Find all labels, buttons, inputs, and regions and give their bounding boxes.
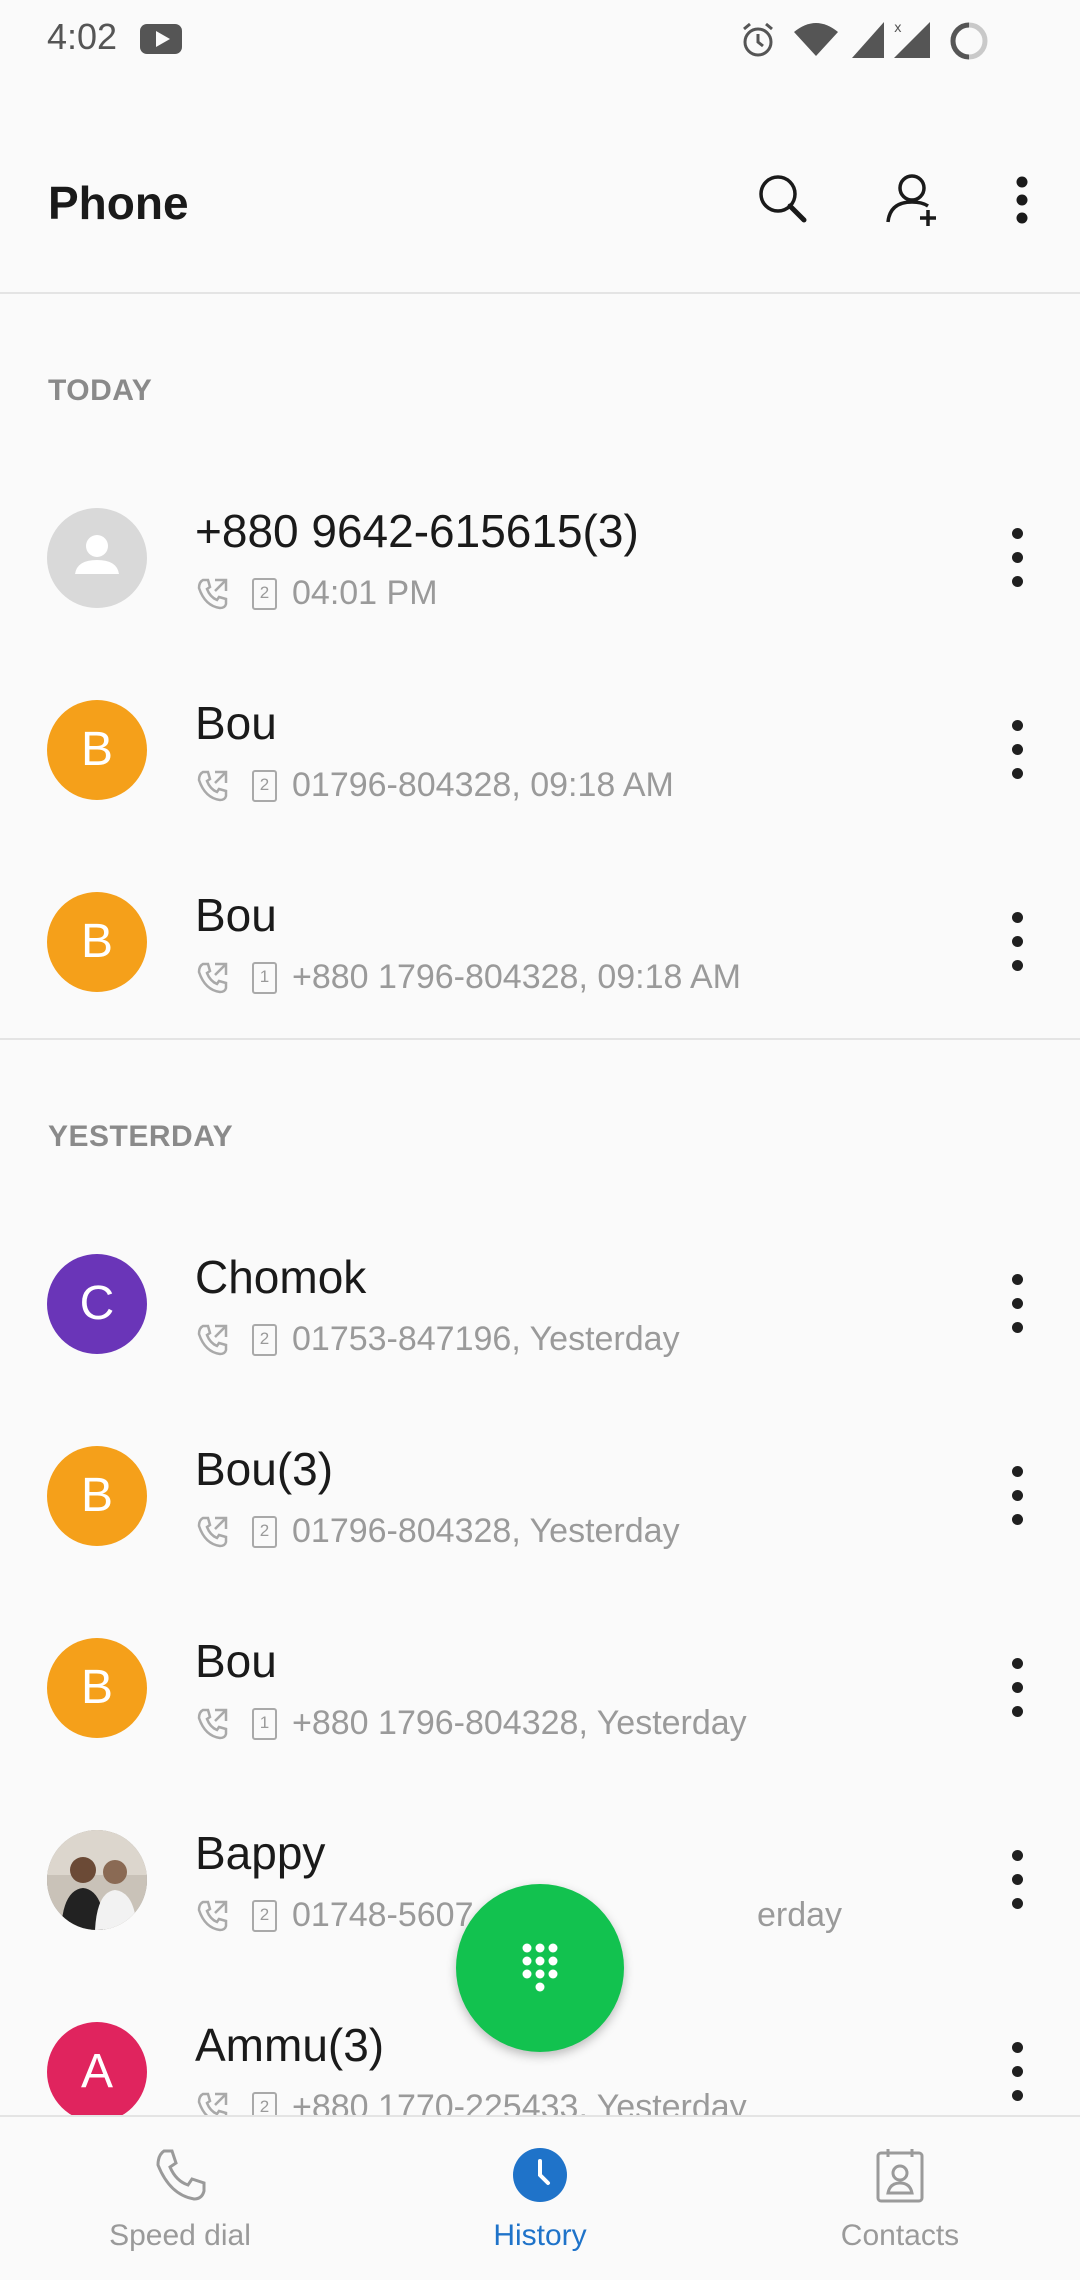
outgoing-call-icon (195, 576, 231, 617)
call-log-row[interactable]: B Bou(3) 2 01796-804328, Yesterday (0, 1400, 1080, 1592)
app-bar: Phone (0, 80, 1080, 294)
svg-text:x: x (894, 21, 902, 36)
dialpad-icon (522, 1943, 558, 1992)
call-detail-text: 01796-804328, 09:18 AM (292, 766, 674, 804)
call-detail-text: 04:01 PM (292, 574, 438, 612)
row-more-options-icon[interactable] (1000, 518, 1036, 598)
sim-icon: 2 (252, 770, 277, 802)
call-detail-text: +880 1796-804328, 09:18 AM (292, 958, 741, 996)
contact-card-icon (876, 2149, 924, 2203)
wifi-icon (792, 20, 840, 65)
call-detail-text: 01753-847196, Yesterday (292, 1320, 680, 1358)
nav-speed-dial[interactable]: Speed dial (0, 2117, 360, 2280)
contact-name: Bou(3) (195, 1443, 334, 1495)
call-log-row[interactable]: B Bou 1 +880 1796-804328, 09:18 AM (0, 846, 1080, 1038)
avatar[interactable]: B (47, 700, 147, 800)
row-more-options-icon[interactable] (1000, 2032, 1036, 2112)
row-more-options-icon[interactable] (1000, 710, 1036, 790)
call-detail-text: +880 1796-804328, Yesterday (292, 1704, 747, 1742)
sim-icon: 2 (252, 1516, 277, 1548)
nav-label-contacts: Contacts (840, 2219, 960, 2252)
battery-icon (948, 20, 990, 67)
page-title: Phone (48, 177, 189, 229)
sim-icon: 2 (252, 1324, 277, 1356)
contact-name: Bou (195, 889, 277, 941)
clock-icon (513, 2148, 567, 2202)
bottom-navigation: Speed dial History Contacts (0, 2115, 1080, 2280)
row-more-options-icon[interactable] (1000, 1648, 1036, 1728)
status-icons: x (738, 20, 1038, 60)
contact-name: +880 9642-615615(3) (195, 505, 639, 557)
row-more-options-icon[interactable] (1000, 1264, 1036, 1344)
avatar[interactable]: B (47, 892, 147, 992)
contact-name: Bou (195, 697, 277, 749)
call-log-row[interactable]: B Bou 2 01796-804328, 09:18 AM (0, 654, 1080, 846)
avatar[interactable]: C (47, 1254, 147, 1354)
signal-icon (850, 20, 886, 65)
nav-label-history: History (493, 2219, 587, 2252)
row-more-options-icon[interactable] (1000, 1456, 1036, 1536)
signal-no-data-icon: x (892, 20, 932, 65)
sim-icon: 2 (252, 578, 277, 610)
call-detail-text: 01796-804328, Yesterday (292, 1512, 680, 1550)
avatar-photo[interactable] (47, 1830, 147, 1930)
search-button[interactable] (744, 160, 824, 240)
alarm-icon (738, 20, 778, 65)
nav-contacts[interactable]: Contacts (720, 2117, 1080, 2280)
outgoing-call-icon (195, 1898, 231, 1939)
search-icon (759, 175, 807, 223)
sim-icon: 2 (252, 1900, 277, 1932)
outgoing-call-icon (195, 1706, 231, 1747)
outgoing-call-icon (195, 768, 231, 809)
status-time: 4:02 (47, 16, 118, 57)
call-detail-text: 01748-5607 (292, 1896, 474, 1934)
call-detail-text-tail: erday (757, 1896, 843, 1934)
outgoing-call-icon (195, 1514, 231, 1555)
row-more-options-icon[interactable] (1000, 902, 1036, 982)
call-log-row[interactable]: +880 9642-615615(3) 2 04:01 PM (0, 462, 1080, 654)
section-header-yesterday: YESTERDAY (48, 1120, 234, 1153)
phone-icon (156, 2149, 206, 2201)
status-bar: 4:02 x (0, 0, 1080, 80)
call-log-row[interactable]: B Bou 1 +880 1796-804328, Yesterday (0, 1592, 1080, 1784)
dialpad-button[interactable] (456, 1884, 624, 2052)
nav-history[interactable]: History (360, 2117, 720, 2280)
add-contact-button[interactable] (872, 160, 952, 240)
section-divider (0, 1038, 1080, 1040)
add-contact-icon (886, 174, 936, 226)
contact-name: Bou (195, 1635, 277, 1687)
avatar[interactable]: B (47, 1638, 147, 1738)
more-options-icon (1016, 176, 1028, 224)
contact-name: Chomok (195, 1251, 367, 1303)
nav-label-speed-dial: Speed dial (109, 2219, 251, 2252)
outgoing-call-icon (195, 960, 231, 1001)
call-log-row[interactable]: C Chomok 2 01753-847196, Yesterday (0, 1208, 1080, 1400)
contact-name: Ammu(3) (195, 2019, 385, 2071)
section-header-today: TODAY (48, 374, 153, 407)
youtube-icon (140, 24, 182, 54)
more-options-button[interactable] (982, 160, 1062, 240)
contact-name: Bappy (195, 1827, 326, 1879)
avatar[interactable]: B (47, 1446, 147, 1546)
outgoing-call-icon (195, 1322, 231, 1363)
avatar[interactable]: A (47, 2022, 147, 2122)
sim-icon: 1 (252, 1708, 277, 1740)
sim-icon: 1 (252, 962, 277, 994)
row-more-options-icon[interactable] (1000, 1840, 1036, 1920)
avatar-placeholder-icon[interactable] (47, 508, 147, 608)
